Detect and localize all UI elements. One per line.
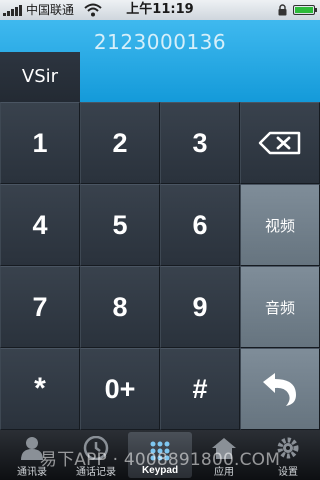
keypad-grid-icon (150, 441, 170, 461)
video-call-button[interactable]: 视频 (240, 184, 320, 266)
audio-call-button[interactable]: 音频 (240, 266, 320, 348)
tab-apps-label: 应用 (214, 467, 234, 478)
clock-icon (83, 436, 109, 460)
key-1[interactable]: 1 (0, 102, 80, 184)
status-time: 上午11:19 (126, 2, 194, 17)
status-bar: 中国联通 上午11:19 (0, 0, 320, 20)
tab-contacts[interactable]: 通讯录 (0, 430, 64, 480)
home-icon (212, 438, 236, 459)
tab-call-log-label: 通话记录 (76, 467, 116, 478)
key-6[interactable]: 6 (160, 184, 240, 266)
tab-call-log[interactable]: 通话记录 (64, 430, 128, 480)
tab-contacts-label: 通讯录 (17, 467, 47, 478)
key-zero[interactable]: 0+ (80, 348, 160, 430)
lock-icon (278, 4, 287, 16)
battery-icon (293, 5, 317, 15)
key-8[interactable]: 8 (80, 266, 160, 348)
gear-icon (277, 437, 299, 459)
key-4[interactable]: 4 (0, 184, 80, 266)
tab-keypad[interactable]: Keypad (128, 432, 192, 478)
dialed-number: 2123000136 (93, 30, 227, 54)
key-2[interactable]: 2 (80, 102, 160, 184)
call-back-button[interactable] (240, 348, 320, 430)
person-icon (21, 437, 43, 460)
tab-keypad-label: Keypad (141, 465, 179, 476)
tab-settings[interactable]: 设置 (256, 430, 320, 480)
key-9[interactable]: 9 (160, 266, 240, 348)
tab-bar: 通讯录 通话记录 Keypad 应用 设置 (0, 430, 320, 480)
key-3[interactable]: 3 (160, 102, 240, 184)
keypad: 1 2 3 4 5 6 视频 7 8 9 音频 * 0+ # (0, 102, 320, 430)
key-5[interactable]: 5 (80, 184, 160, 266)
tab-apps[interactable]: 应用 (192, 430, 256, 480)
backspace-key[interactable] (240, 102, 320, 184)
return-arrow-icon (263, 373, 296, 406)
key-7[interactable]: 7 (0, 266, 80, 348)
tab-settings-label: 设置 (278, 467, 298, 478)
number-display: 2123000136 VSir (0, 20, 320, 102)
backspace-icon (258, 131, 301, 155)
key-hash[interactable]: # (160, 348, 240, 430)
key-star[interactable]: * (0, 348, 80, 430)
contact-button[interactable]: VSir (0, 52, 80, 102)
